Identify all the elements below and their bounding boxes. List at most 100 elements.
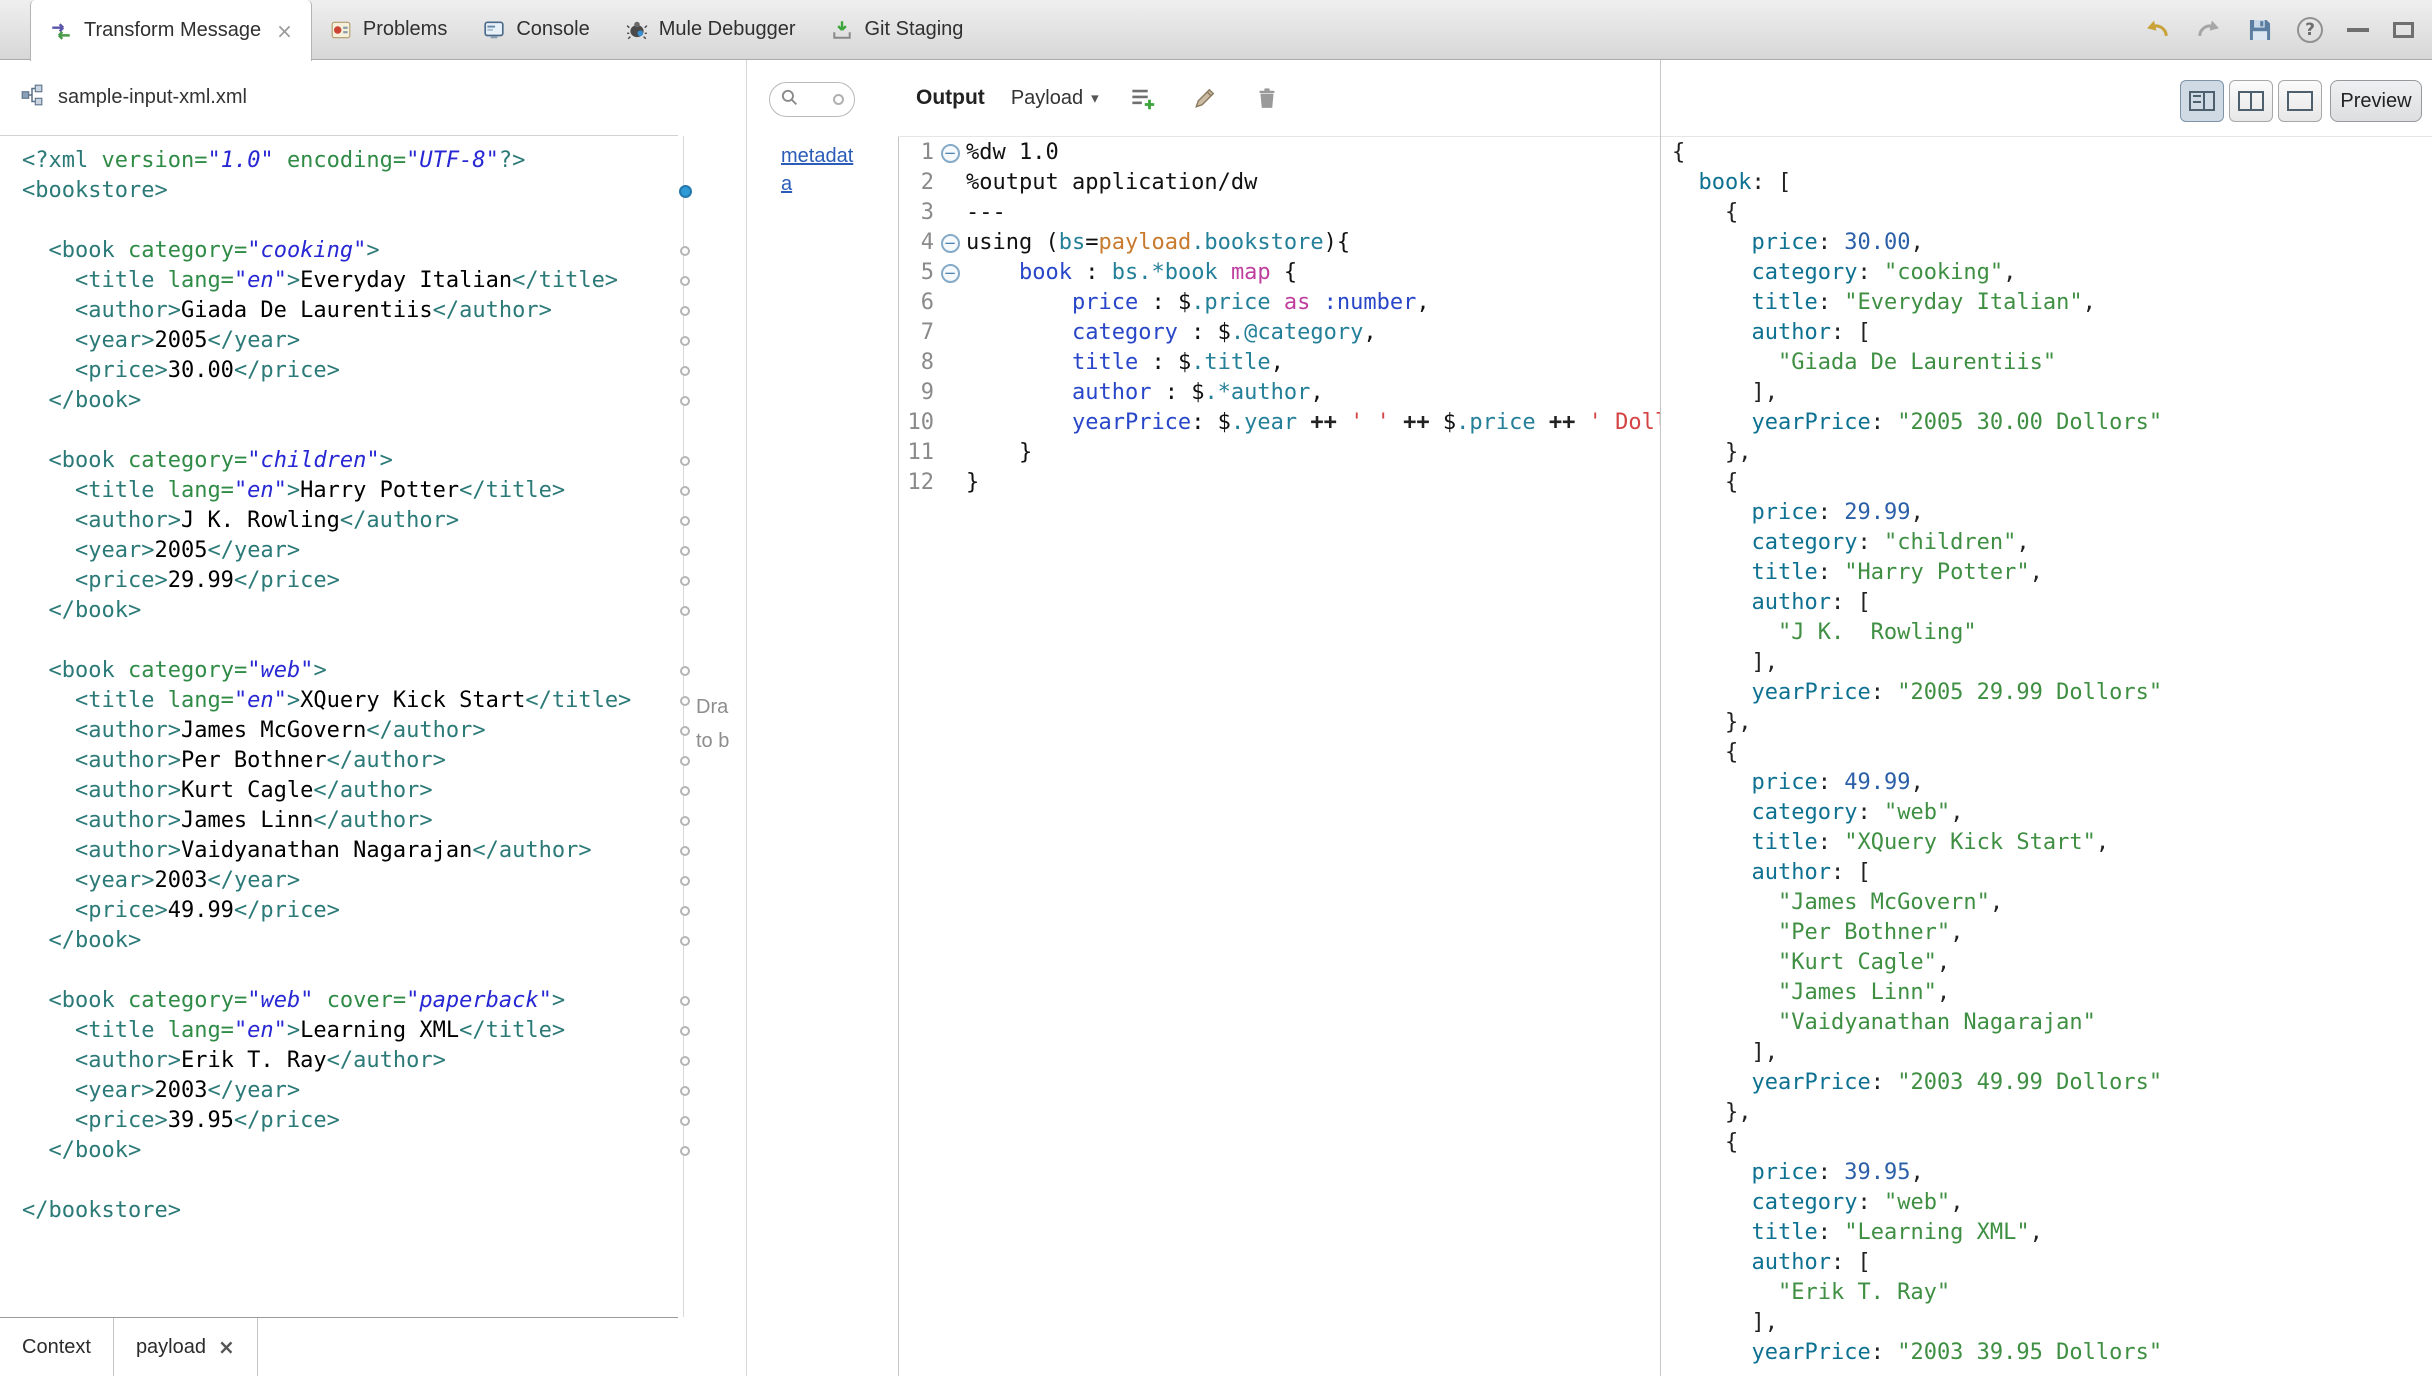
- save-button[interactable]: [2247, 17, 2273, 43]
- preview-button[interactable]: Preview: [2330, 80, 2422, 122]
- mapping-anchor-dot[interactable]: [680, 756, 690, 766]
- xml-line: [22, 956, 672, 986]
- line-number: 1: [898, 138, 934, 168]
- mapping-anchor-dot[interactable]: [680, 996, 690, 1006]
- add-output-button[interactable]: [1125, 80, 1161, 116]
- line-number: 5: [898, 258, 934, 288]
- tab-context[interactable]: Context: [0, 1318, 114, 1376]
- help-button[interactable]: ?: [2297, 17, 2323, 43]
- problems-icon: [330, 19, 352, 41]
- mapping-anchor-dot[interactable]: [679, 185, 692, 198]
- mapping-anchor-dot[interactable]: [680, 1086, 690, 1096]
- fold-spacer: [934, 318, 966, 348]
- fold-collapse-icon[interactable]: −: [934, 138, 966, 168]
- tab-problems[interactable]: Problems: [312, 0, 465, 59]
- tab-close-icon[interactable]: ×: [218, 1335, 235, 1359]
- mapping-anchor-dot[interactable]: [680, 276, 690, 286]
- tab-git-staging[interactable]: Git Staging: [813, 0, 981, 59]
- preview-line: title: "Harry Potter",: [1672, 558, 2428, 588]
- mapping-anchor-dot[interactable]: [680, 336, 690, 346]
- mapping-anchor-dot[interactable]: [680, 366, 690, 376]
- tab-transform-message[interactable]: Transform Message ×: [30, 0, 312, 61]
- dw-line-text: }: [966, 468, 979, 498]
- mapping-anchor-dot[interactable]: [680, 1146, 690, 1156]
- tab-mule-debugger[interactable]: Mule Debugger: [608, 0, 814, 59]
- line-number: 6: [898, 288, 934, 318]
- tab-console[interactable]: Console: [465, 0, 607, 59]
- fold-spacer: [934, 168, 966, 198]
- dataweave-editor[interactable]: 1−%dw 1.02%output application/dw3 ---4−us…: [898, 138, 1660, 1316]
- mapping-anchor-dot[interactable]: [680, 936, 690, 946]
- mule-debugger-icon: [626, 19, 648, 41]
- xml-line: <author>J K. Rowling</author>: [22, 506, 672, 536]
- mapping-anchor-dot[interactable]: [680, 726, 690, 736]
- metadata-link[interactable]: metadata: [781, 142, 859, 198]
- mapping-anchor-dot[interactable]: [680, 516, 690, 526]
- delete-transform-button[interactable]: [1249, 80, 1285, 116]
- undo-button[interactable]: [2143, 16, 2171, 44]
- preview-sash[interactable]: [1660, 60, 1661, 1376]
- mapping-anchor-dot[interactable]: [680, 456, 690, 466]
- mapping-anchor-dot[interactable]: [680, 906, 690, 916]
- fold-collapse-icon[interactable]: −: [934, 258, 966, 288]
- mapping-anchor-dot[interactable]: [680, 576, 690, 586]
- xml-line: [22, 1166, 672, 1196]
- transform-message-icon: [49, 19, 73, 43]
- tab-payload[interactable]: payload ×: [114, 1318, 258, 1376]
- xml-line: [22, 206, 672, 236]
- preview-line: category: "web",: [1672, 798, 2428, 828]
- preview-line: {: [1672, 468, 2428, 498]
- redo-button[interactable]: [2195, 16, 2223, 44]
- mapping-anchor-dot[interactable]: [680, 1026, 690, 1036]
- dw-line: 2%output application/dw: [898, 168, 1660, 198]
- xml-line: <year>2003</year>: [22, 866, 672, 896]
- git-staging-icon: [831, 19, 853, 41]
- mapping-anchor-dot[interactable]: [680, 696, 690, 706]
- mapping-anchor-dot[interactable]: [680, 396, 690, 406]
- dw-line: 4−using (bs=payload.bookstore){: [898, 228, 1660, 258]
- mapping-anchor-dot[interactable]: [680, 246, 690, 256]
- xml-source-editor[interactable]: <?xml version="1.0" encoding="UTF-8"?><b…: [22, 146, 672, 1226]
- dw-line: 8 title : $.title,: [898, 348, 1660, 378]
- preview-line: {: [1672, 138, 2428, 168]
- tab-close-icon[interactable]: ×: [276, 19, 293, 43]
- preview-line: },: [1672, 708, 2428, 738]
- mapping-anchor-dot[interactable]: [680, 306, 690, 316]
- mapping-anchor-dot[interactable]: [680, 606, 690, 616]
- layout-toggle-group: [2180, 80, 2322, 122]
- edit-transform-button[interactable]: [1187, 80, 1223, 116]
- mapping-anchor-dot[interactable]: [680, 486, 690, 496]
- preview-line: price: 49.99,: [1672, 768, 2428, 798]
- mapping-anchor-dot[interactable]: [680, 1116, 690, 1126]
- layout-split-button[interactable]: [2229, 80, 2273, 122]
- single-pane-icon: [2287, 91, 2313, 111]
- payload-dropdown[interactable]: Payload ▾: [1011, 87, 1099, 110]
- mapping-anchor-dot[interactable]: [680, 816, 690, 826]
- preview-line: category: "children",: [1672, 528, 2428, 558]
- preview-line: ],: [1672, 1308, 2428, 1338]
- layout-single-button[interactable]: [2278, 80, 2322, 122]
- preview-output[interactable]: { book: [ { price: 30.00, category: "coo…: [1672, 138, 2428, 1376]
- dw-line-text: ---: [966, 198, 1006, 228]
- mapping-anchor-dot[interactable]: [680, 786, 690, 796]
- tab-label: Console: [516, 18, 589, 41]
- maximize-button[interactable]: [2393, 22, 2414, 38]
- mapping-anchor-dot[interactable]: [680, 846, 690, 856]
- line-number: 3: [898, 198, 934, 228]
- mapping-anchor-dot[interactable]: [680, 546, 690, 556]
- preview-line: price: 30.00,: [1672, 228, 2428, 258]
- preview-line: ],: [1672, 648, 2428, 678]
- mapping-anchor-dot[interactable]: [680, 666, 690, 676]
- fold-spacer: [934, 348, 966, 378]
- mapping-anchor-dot[interactable]: [680, 876, 690, 886]
- layout-split-filled-button[interactable]: [2180, 80, 2224, 122]
- dw-line: 1−%dw 1.0: [898, 138, 1660, 168]
- xml-line: [22, 626, 672, 656]
- xml-line: <book category="web" cover="paperback">: [22, 986, 672, 1016]
- fold-collapse-icon[interactable]: −: [934, 228, 966, 258]
- xml-line: <year>2003</year>: [22, 1076, 672, 1106]
- search-box[interactable]: [769, 82, 855, 117]
- mapping-anchor-dot[interactable]: [680, 1056, 690, 1066]
- minimize-button[interactable]: [2347, 28, 2369, 32]
- editor-tab-bar: Transform Message × Problems Console Mul…: [0, 0, 2432, 60]
